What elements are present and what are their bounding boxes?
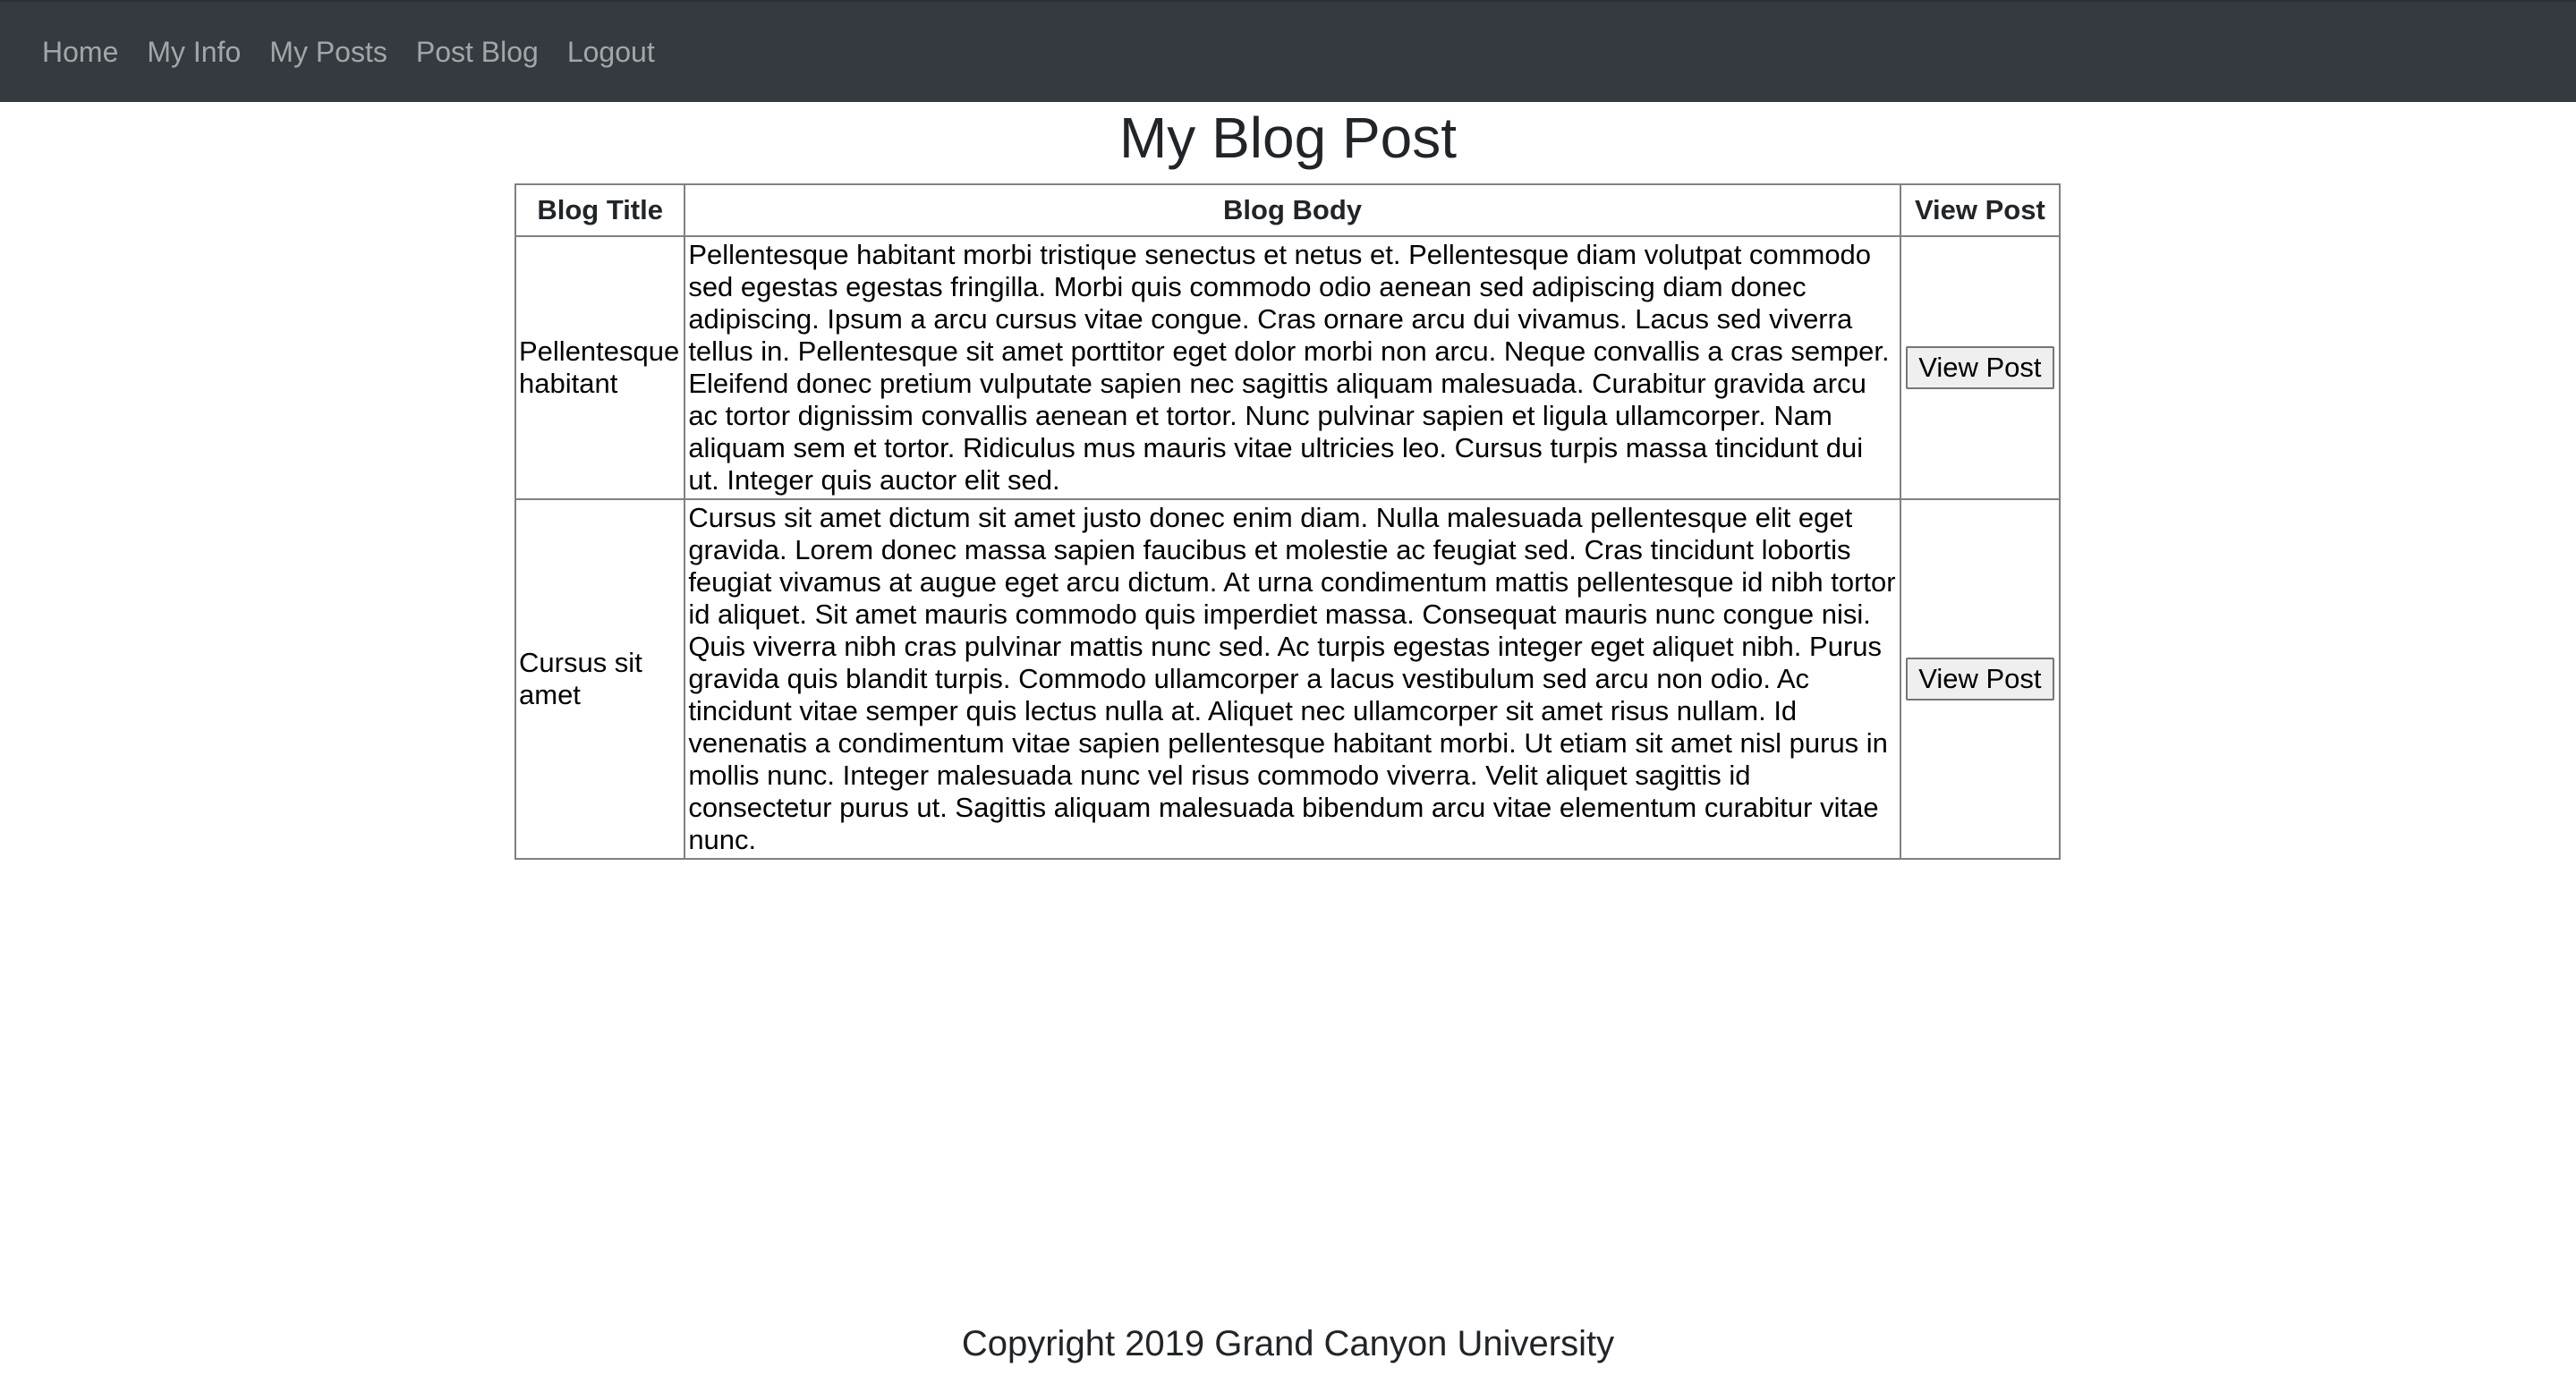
table-row: Pellentesque habitant Pellentesque habit… xyxy=(514,235,2062,500)
nav-link-logout[interactable]: Logout xyxy=(567,36,655,69)
header-blog-body: Blog Body xyxy=(684,183,1901,237)
blog-posts-table: Blog Title Blog Body View Post Pellentes… xyxy=(514,183,2062,860)
footer-copyright: Copyright 2019 Grand Canyon University xyxy=(961,1324,1615,1363)
view-post-button[interactable]: View Post xyxy=(1906,658,2054,700)
view-post-cell: View Post xyxy=(1899,498,2062,860)
table-header-row: Blog Title Blog Body View Post xyxy=(514,183,2062,237)
nav-link-my-posts[interactable]: My Posts xyxy=(269,36,387,69)
view-post-button[interactable]: View Post xyxy=(1906,346,2054,389)
blog-title-cell: Pellentesque habitant xyxy=(514,235,686,500)
blog-body-cell: Pellentesque habitant morbi tristique se… xyxy=(684,235,1901,500)
header-view-post: View Post xyxy=(1899,183,2062,237)
blog-title-cell: Cursus sit amet xyxy=(514,498,686,860)
nav-link-home[interactable]: Home xyxy=(42,36,118,69)
table-row: Cursus sit amet Cursus sit amet dictum s… xyxy=(514,498,2062,860)
blog-body-cell: Cursus sit amet dictum sit amet justo do… xyxy=(684,498,1901,860)
header-blog-title: Blog Title xyxy=(514,183,686,237)
nav-link-my-info[interactable]: My Info xyxy=(147,36,241,69)
top-navbar: Home My Info My Posts Post Blog Logout xyxy=(0,0,2576,102)
view-post-cell: View Post xyxy=(1899,235,2062,500)
page-title: My Blog Post xyxy=(1118,106,1458,170)
nav-link-post-blog[interactable]: Post Blog xyxy=(416,36,539,69)
